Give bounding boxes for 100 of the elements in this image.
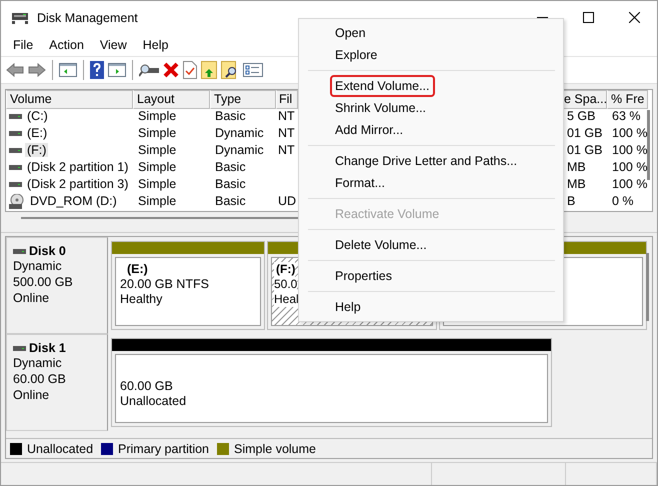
menu-item[interactable]: View (92, 38, 135, 52)
help-icon[interactable] (90, 60, 104, 79)
disk-label-panel[interactable]: Disk 0 Dynamic 500.00 GB Online (6, 237, 108, 334)
disk-drive-icon (11, 10, 29, 24)
checklist-icon[interactable] (243, 62, 263, 78)
menu-item[interactable]: Format... (335, 172, 386, 194)
list-item[interactable]: (Disk 2 partition 3) (25, 177, 130, 192)
list-item[interactable]: (Disk 2 partition 1) (25, 160, 130, 174)
disk-info: Online (13, 388, 50, 404)
partition-info: 60.00 GB (120, 378, 174, 394)
list-item[interactable]: (F:) (25, 143, 48, 158)
table-cell-text: Simple (137, 143, 178, 158)
menu-item[interactable]: Shrink Volume... (335, 97, 426, 119)
drive-icon (9, 128, 22, 138)
checked-document-icon[interactable] (183, 60, 197, 79)
table-cell-text: NT (277, 143, 296, 158)
menu-item[interactable]: Help (134, 38, 176, 52)
table-cell-text: Simple (137, 126, 178, 140)
drive-icon (9, 179, 22, 190)
table-cell-text: 100 % (611, 143, 648, 158)
partition-info: Unallocated (120, 394, 188, 409)
panel-icon[interactable] (108, 62, 126, 78)
drive-icon (9, 162, 22, 172)
column-header[interactable]: Type (210, 90, 276, 109)
legend-label: Primary partition (118, 442, 210, 456)
delete-x-icon[interactable] (163, 62, 179, 78)
back-arrow-icon[interactable] (6, 62, 24, 77)
scrollbar-thumb[interactable] (646, 253, 649, 322)
menu-item[interactable]: File (5, 38, 42, 52)
menu-item[interactable]: Change Drive Letter and Paths... (335, 150, 518, 172)
menu-item[interactable]: Add Mirror... (335, 119, 404, 141)
window-title: Disk Management (37, 10, 139, 24)
column-header[interactable]: e Spa... (562, 90, 607, 109)
partition-info: Healthy (120, 292, 164, 308)
table-cell-text: B (566, 194, 576, 208)
menu-item[interactable]: Open (335, 22, 366, 44)
drive-icon (13, 246, 26, 256)
table-cell-text: Dynamic (214, 143, 265, 158)
drive-icon (9, 111, 22, 122)
drive-icon (9, 145, 22, 156)
close-icon[interactable] (628, 12, 640, 23)
table-cell-text: Simple (137, 109, 178, 124)
partition-info: 20.00 GB NTFS (120, 277, 210, 292)
disk-info: 500.00 GB (13, 275, 74, 290)
menu-item[interactable]: Properties (335, 265, 392, 287)
partition-title: (E:) (126, 262, 149, 278)
table-cell-text: NT (277, 126, 296, 140)
column-header[interactable]: Fil (276, 90, 298, 109)
table-cell-text: Simple (137, 194, 178, 208)
table-cell-text: Basic (214, 194, 247, 208)
table-cell-text: Basic (214, 177, 247, 192)
table-cell-text: UD (277, 194, 298, 208)
legend-label: Simple volume (234, 442, 316, 456)
column-header[interactable]: % Fre (607, 90, 648, 109)
table-cell-text: Simple (137, 177, 178, 192)
partition-block[interactable]: (E:) 20.00 GB NTFS Healthy (111, 241, 265, 330)
folder-magnifier-icon[interactable] (221, 60, 239, 79)
disk-name: Disk 0 (29, 244, 66, 258)
disk-label-panel[interactable]: Disk 1 Dynamic 60.00 GB Online (6, 334, 108, 432)
table-cell-text: 5 GB (566, 109, 596, 124)
disk-info: Dynamic (13, 356, 63, 372)
panel-icon[interactable] (59, 62, 77, 78)
forward-arrow-icon[interactable] (28, 62, 46, 77)
menu-item[interactable]: Help (335, 296, 361, 318)
disk-name: Disk 1 (29, 341, 66, 356)
table-cell-text: 100 % (611, 126, 648, 140)
magnifier-drive-icon[interactable] (139, 62, 159, 77)
menu-item[interactable]: Action (41, 38, 92, 52)
menu-item[interactable]: Explore (335, 44, 378, 66)
drive-icon (13, 343, 26, 354)
list-item[interactable]: (C:) (25, 109, 50, 124)
disk-info: Dynamic (13, 259, 63, 274)
table-cell-text: MB (566, 177, 587, 192)
table-cell-text: Basic (214, 160, 247, 174)
table-cell-text: MB (566, 160, 587, 174)
partition-info: Heal (274, 292, 299, 308)
table-cell-text: 100 % (611, 160, 648, 174)
table-cell-text: 01 GB (566, 143, 604, 158)
disk-info: Online (13, 291, 50, 306)
table-cell-text: 01 GB (566, 126, 604, 140)
menu-item[interactable]: Extend Volume... (332, 77, 433, 95)
column-header[interactable]: Layout (133, 90, 210, 109)
partition-block[interactable]: 60.00 GB Unallocated (111, 338, 552, 428)
table-cell-text: Dynamic (214, 126, 265, 140)
partition-info: 50.0 (274, 277, 298, 292)
scrollbar-thumb[interactable] (647, 110, 650, 180)
disc-drive-icon (9, 194, 25, 209)
menu-item[interactable]: Delete Volume... (335, 234, 427, 256)
legend-label: Unallocated (27, 442, 94, 456)
column-header[interactable]: Volume (6, 90, 133, 109)
table-cell-text: 0 % (611, 194, 635, 208)
list-item[interactable]: (E:) (25, 126, 50, 140)
table-cell-text: Simple (137, 160, 178, 174)
list-item[interactable]: DVD_ROM (D:) (28, 194, 119, 208)
table-cell-text: NT (277, 109, 296, 124)
table-cell-text: 100 % (611, 177, 648, 192)
partition-title: (F:) (274, 262, 296, 278)
table-cell-text: 63 % (611, 109, 642, 124)
menu-item: Reactivate Volume (335, 206, 440, 223)
maximize-icon[interactable] (582, 12, 594, 23)
